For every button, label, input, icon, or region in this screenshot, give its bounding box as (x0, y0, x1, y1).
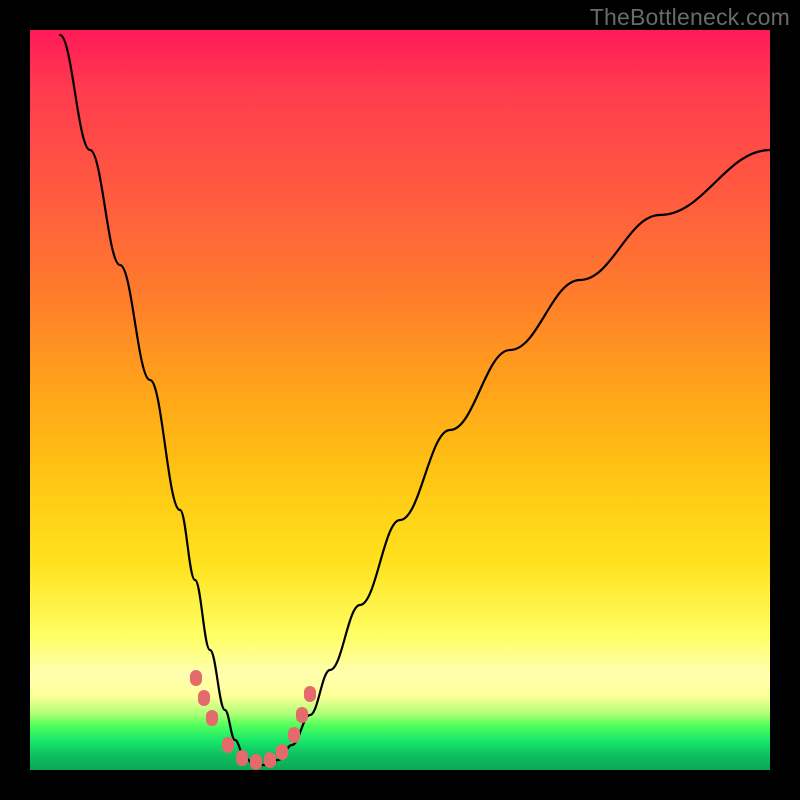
highlight-dot (222, 737, 234, 753)
highlight-dot (304, 686, 316, 702)
highlight-dots-group (190, 670, 316, 770)
highlight-dot (296, 707, 308, 723)
watermark-text: TheBottleneck.com (590, 4, 790, 31)
highlight-dot (206, 710, 218, 726)
highlight-dot (276, 744, 288, 760)
highlight-dot (236, 750, 248, 766)
chart-stage: TheBottleneck.com (0, 0, 800, 800)
highlight-dot (198, 690, 210, 706)
highlight-dot (264, 752, 276, 768)
highlight-dot (288, 727, 300, 743)
highlight-dot (190, 670, 202, 686)
bottleneck-gradient-area (30, 30, 770, 770)
chart-svg (30, 30, 770, 770)
bottleneck-curve (60, 35, 770, 765)
highlight-dot (250, 754, 262, 770)
